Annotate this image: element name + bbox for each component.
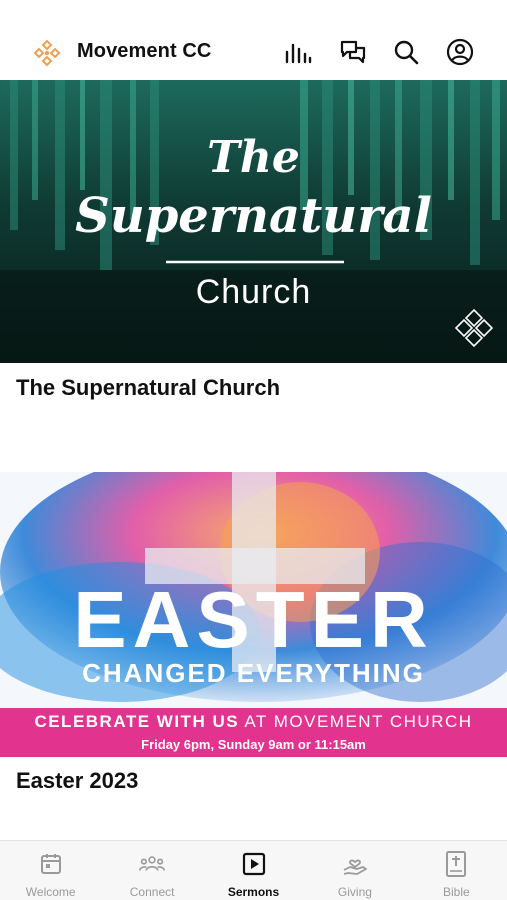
strip-regular-text: AT MOVEMENT CHURCH [244,712,473,731]
sermon-banner-easter[interactable]: EASTER CHANGED EVERYTHING CELEBRATE WITH… [0,472,507,757]
easter-headline: EASTER [73,575,434,664]
search-icon[interactable] [392,38,420,66]
tab-label-welcome: Welcome [25,885,76,899]
people-icon [139,851,166,877]
easter-strip-headline: CELEBRATE WITH US AT MOVEMENT CHURCH [0,712,507,732]
easter-strip-times: Friday 6pm, Sunday 9am or 11:15am [141,737,366,752]
bible-icon [443,851,469,877]
banner-headline-line1: The [207,132,300,183]
tab-label-bible: Bible [442,885,470,899]
tab-giving[interactable]: Giving [304,841,405,900]
app-bar: Movement CC [0,0,507,80]
tab-sermons[interactable]: Sermons [203,841,304,900]
movement-logo-icon [32,38,62,68]
audio-bars-icon[interactable] [284,38,312,66]
strip-bold-text: CELEBRATE WITH US [34,712,240,731]
account-icon[interactable] [446,38,474,66]
tab-bible[interactable]: Bible [406,841,507,900]
play-square-icon [241,851,267,877]
bottom-tab-bar: Welcome Connect Sermons Giving Bible [0,840,507,900]
tab-label-giving: Giving [337,885,372,899]
calendar-icon [38,851,64,877]
banner-headline-line3: Church [195,273,312,311]
easter-subheadline: CHANGED EVERYTHING [82,658,425,688]
chat-bubbles-icon[interactable] [339,38,367,66]
tab-connect[interactable]: Connect [101,841,202,900]
sermon-title-easter[interactable]: Easter 2023 [16,768,138,794]
heart-hand-icon [342,851,368,877]
tab-label-connect: Connect [129,885,175,899]
sermon-banner-supernatural[interactable]: The Supernatural Church [0,80,507,363]
app-title: Movement CC [77,40,212,62]
banner-headline-line2: Supernatural [75,188,432,244]
tab-welcome[interactable]: Welcome [0,841,101,900]
sermon-title-supernatural[interactable]: The Supernatural Church [16,375,280,401]
tab-label-sermons: Sermons [227,885,280,899]
